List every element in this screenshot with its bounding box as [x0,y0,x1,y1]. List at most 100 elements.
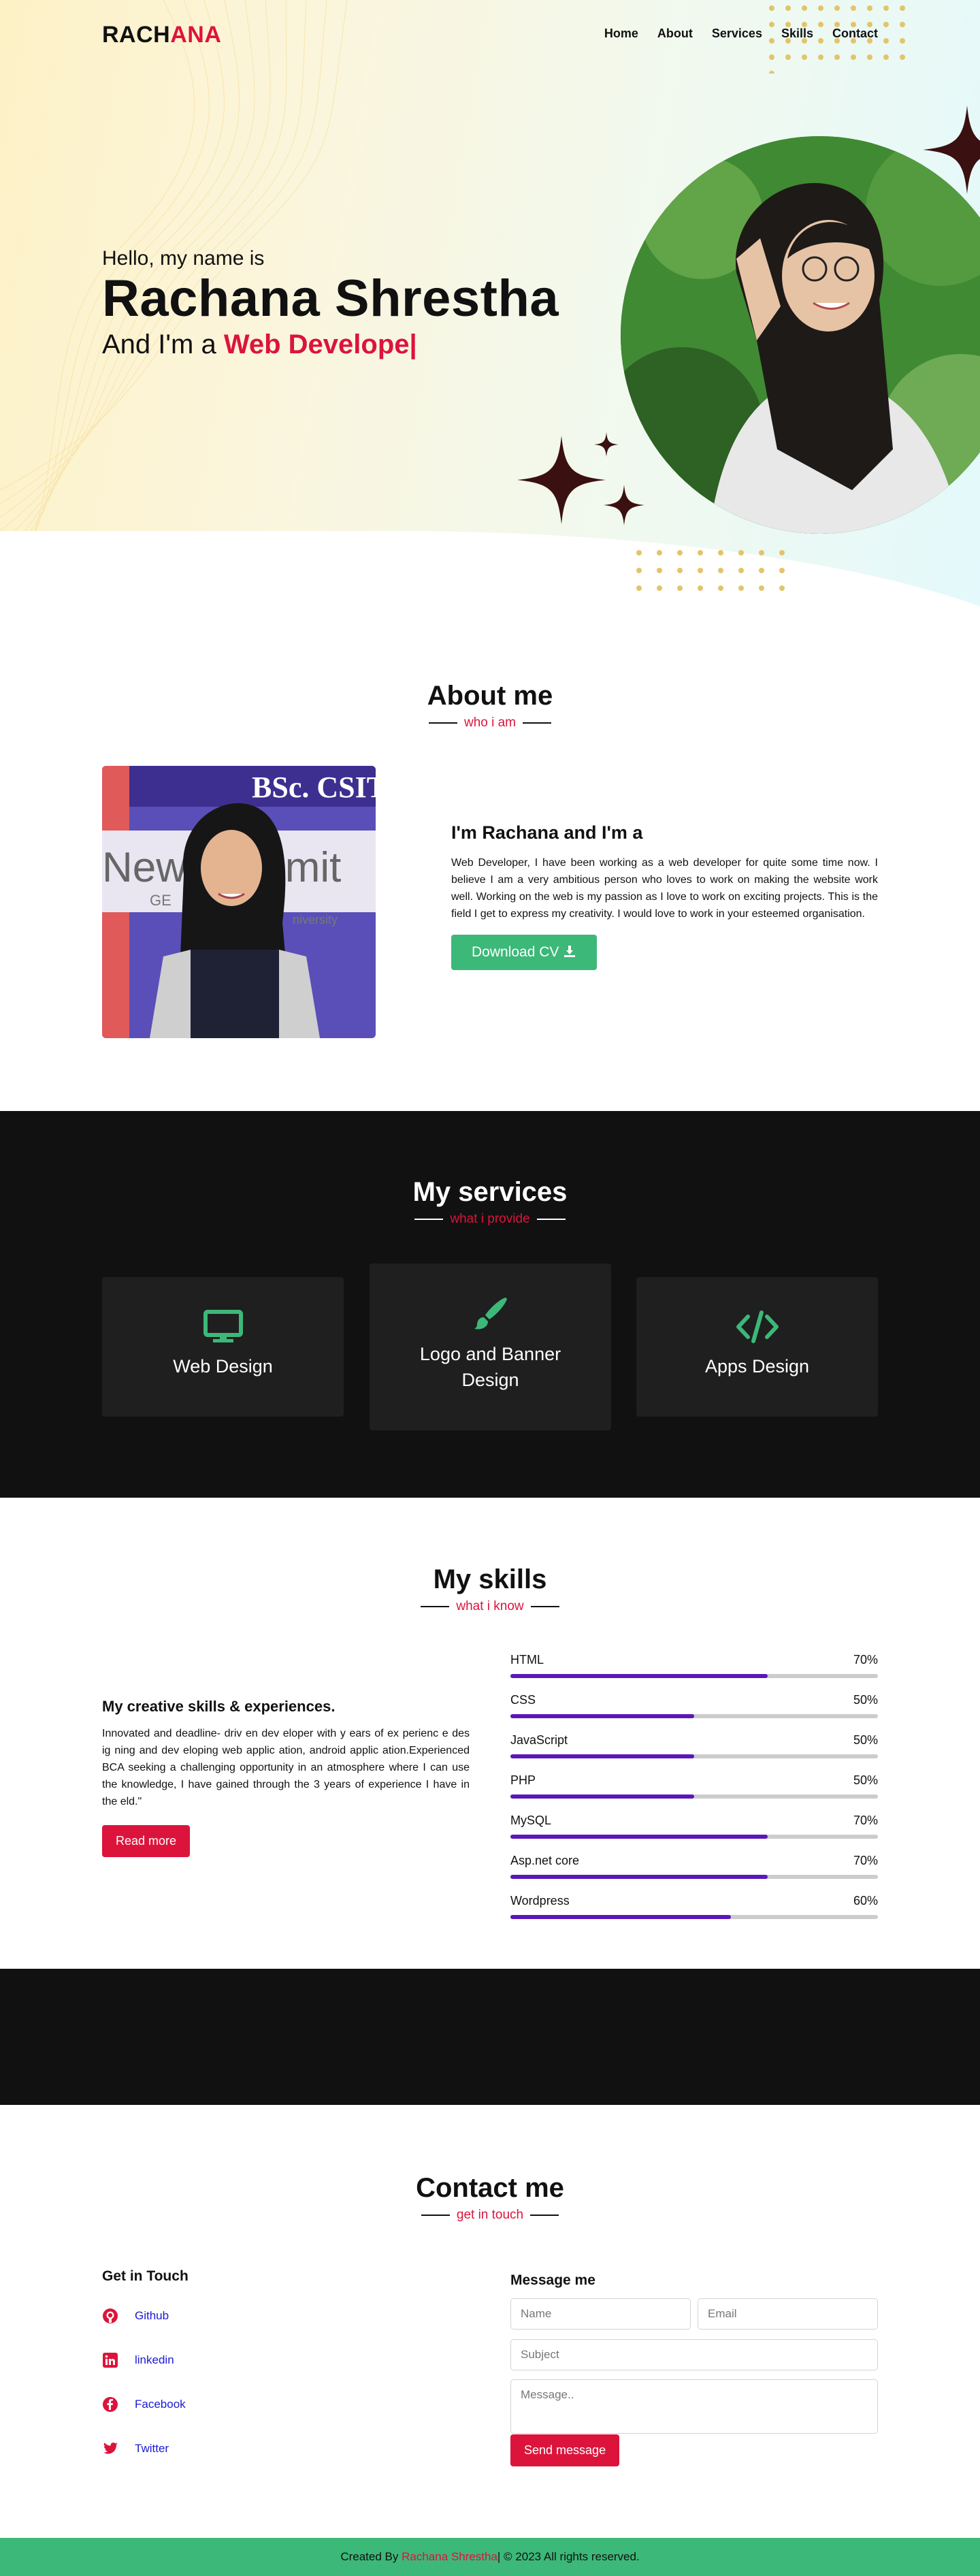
skill-name: Wordpress [510,1894,570,1907]
section-subtitle-text: what i provide [450,1212,530,1226]
name-field[interactable] [510,2298,691,2330]
skill-bar-fill [510,1915,731,1919]
skill-percent: 50% [853,1733,878,1747]
service-label: Logo and Banner Design [419,1344,561,1390]
main-menu: Home About Services Skills Contact [604,27,878,41]
skill-bar-track [510,1835,878,1839]
message-field[interactable] [510,2379,878,2434]
divider-line [428,722,457,724]
divider-line [421,1606,450,1607]
nav-home[interactable]: Home [604,27,638,41]
skills-section: My skills what i know My creative skills… [0,1498,980,1969]
skill-name: MySQL [510,1814,552,1827]
sparkle-icon-medium [604,485,644,526]
logo-prefix: RACH [102,22,171,48]
subject-field[interactable] [510,2339,878,2370]
nav-contact[interactable]: Contact [832,27,878,41]
send-message-button[interactable]: Send message [510,2434,620,2466]
social-link-label[interactable]: Github [135,2309,169,2323]
skills-body: Innovated and deadline- driv en dev elop… [102,1728,470,1807]
top-nav: RACHANA Home About Services Skills Conta… [0,0,980,68]
download-cv-button[interactable]: Download CV [451,935,598,970]
social-link-label[interactable]: linkedin [135,2353,174,2367]
section-title: My services [412,1177,568,1207]
skill-bar-track [510,1714,878,1718]
skill-item: MySQL 70% [510,1814,878,1839]
skill-bar-fill [510,1794,694,1799]
about-text-block: I'm Rachana and I'm a Web Developer, I h… [451,822,878,970]
social-link-label[interactable]: Twitter [135,2442,169,2456]
get-in-touch-heading: Get in Touch [102,2268,189,2284]
linkedin-icon [103,2353,118,2368]
skill-name: Asp.net core [510,1854,580,1867]
skill-item: JavaScript 50% [510,1733,878,1758]
skills-heading: My creative skills & experiences. [102,1698,336,1715]
skill-bar-fill [510,1674,768,1678]
skills-description: My creative skills & experiences. Innova… [102,1698,470,1857]
social-linkedin[interactable]: linkedin [102,2352,174,2368]
section-subtitle: what i know [0,1599,980,1614]
read-more-button[interactable]: Read more [102,1825,191,1857]
site-logo[interactable]: RACHANA [102,22,221,48]
skill-bar-track [510,1915,878,1919]
dark-band [0,1969,980,2105]
hero-intro: Hello, my name is [102,247,265,270]
sparkle-icon-small [594,432,619,457]
code-icon [736,1310,779,1343]
skill-percent: 50% [853,1693,878,1707]
skill-name: HTML [510,1653,544,1667]
services-section: My services what i provide Web Design Lo… [0,1111,980,1498]
skill-percent: 50% [853,1773,878,1787]
typing-cursor: | [409,329,417,359]
hero-role-typed: Web Develope [223,329,410,359]
social-link-label[interactable]: Facebook [135,2398,186,2411]
download-icon [564,946,576,957]
social-twitter[interactable]: Twitter [102,2441,169,2457]
skill-name: PHP [510,1773,536,1787]
hero-role-prefix: And I'm a [102,329,224,359]
skill-percent: 70% [853,1854,878,1867]
skill-item: PHP 50% [510,1773,878,1799]
skill-bars: HTML 70% CSS 50% JavaScript 50% PHP 50% MySQ… [510,1653,878,1934]
skill-bar-track [510,1674,878,1678]
section-subtitle: who i am [0,715,980,730]
social-github[interactable]: Github [102,2308,169,2324]
nav-skills[interactable]: Skills [781,27,813,41]
divider-line [421,2215,450,2216]
skill-item: HTML 70% [510,1653,878,1678]
photo-banner-text: BSc. CSIT [252,771,376,804]
service-card-apps-design[interactable]: Apps Design [636,1277,878,1417]
social-facebook[interactable]: Facebook [102,2396,186,2413]
service-card-web-design[interactable]: Web Design [102,1277,344,1417]
download-cv-label: Download CV [472,944,559,960]
message-me-heading: Message me [510,2272,595,2288]
facebook-icon [103,2397,118,2412]
skill-item: Wordpress 60% [510,1894,878,1919]
photo-banner-text-4: niversity [293,913,338,927]
nav-services[interactable]: Services [712,27,762,41]
skill-bar-track [510,1794,878,1799]
hero-name: Rachana Shrestha [102,270,559,327]
about-section: About me who i am BSc. CSIT New Summit G… [0,613,980,1111]
skill-bar-fill [510,1754,694,1758]
skill-bar-track [510,1754,878,1758]
service-card-logo-banner[interactable]: Logo and Banner Design [370,1263,611,1430]
skill-name: CSS [510,1693,536,1707]
section-subtitle: what i provide [0,1212,980,1227]
section-subtitle-text: who i am [463,715,517,730]
skill-percent: 70% [853,1653,878,1667]
section-subtitle-text: get in touch [456,2208,524,2222]
site-footer: Created By Rachana Shrestha | © 2023 All… [0,2538,980,2576]
hero-role: And I'm a Web Develope| [102,329,417,360]
hero-section: Hello, my name is Rachana Shrestha And I… [0,0,980,613]
nav-about[interactable]: About [657,27,693,41]
section-subtitle-text: what i know [456,1599,524,1613]
footer-author[interactable]: Rachana Shrestha [402,2550,497,2564]
divider-line [536,1219,566,1220]
divider-line [530,1606,559,1607]
email-field[interactable] [698,2298,878,2330]
skill-name: JavaScript [510,1733,568,1747]
skill-bar-fill [510,1714,694,1718]
skill-bar-track [510,1875,878,1879]
dot-pattern-bottom [636,550,785,591]
